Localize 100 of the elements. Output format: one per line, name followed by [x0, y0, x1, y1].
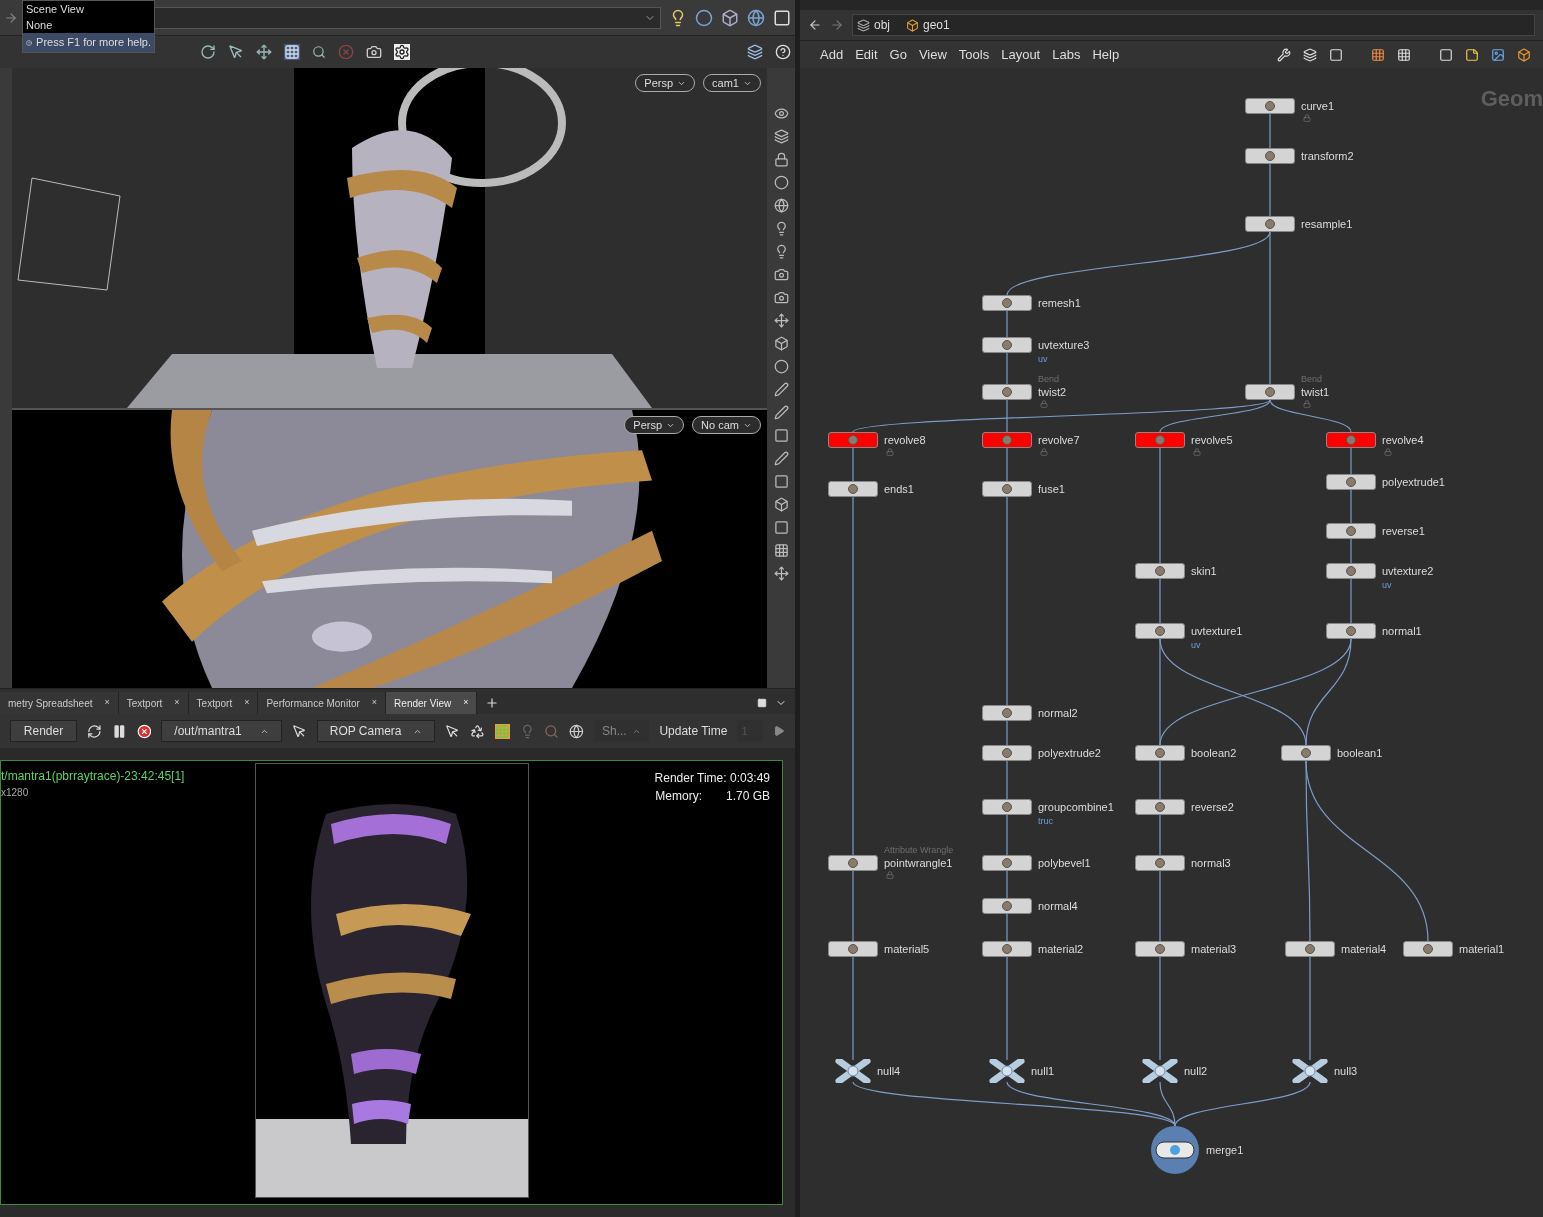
pause-icon[interactable] — [111, 723, 127, 739]
node-body[interactable] — [1135, 799, 1185, 815]
close-tab-glyph[interactable]: × — [463, 696, 469, 710]
node-body[interactable] — [1135, 941, 1185, 957]
null-node-icon[interactable] — [989, 1059, 1025, 1083]
node-body[interactable] — [982, 855, 1032, 871]
null-node-icon[interactable] — [1142, 1059, 1178, 1083]
viewport-tool-icon[interactable] — [773, 106, 789, 121]
node-body[interactable] — [982, 295, 1032, 311]
close-tab-glyph[interactable]: × — [104, 696, 110, 710]
render-button[interactable]: Render — [10, 720, 77, 742]
node-body[interactable] — [982, 898, 1032, 914]
merge-node-icon[interactable] — [1150, 1125, 1200, 1175]
camera-dropdown[interactable]: cam1 — [703, 74, 761, 92]
menu-item[interactable]: Edit — [855, 44, 878, 65]
wrench-icon[interactable] — [1277, 47, 1291, 62]
node-body[interactable] — [828, 481, 878, 497]
rotate-tool-icon[interactable] — [200, 44, 216, 60]
pane-tab[interactable]: metry Spreadsheet × — [0, 692, 119, 714]
node-body[interactable] — [828, 855, 878, 871]
viewport-tool-icon[interactable] — [773, 152, 789, 167]
network-box-icon[interactable] — [1439, 47, 1453, 62]
viewport-tool-icon[interactable] — [773, 359, 789, 374]
node-body[interactable] — [1135, 623, 1185, 639]
maximize-icon[interactable] — [757, 698, 767, 708]
camera-dropdown[interactable]: No cam — [692, 416, 761, 434]
node-body[interactable] — [1245, 216, 1295, 232]
view-dropdown[interactable]: Persp — [624, 416, 685, 434]
grid-icon[interactable] — [1397, 47, 1411, 62]
viewport-tool-icon[interactable] — [773, 313, 789, 328]
rop-path-field[interactable]: /out/mantra1 — [161, 720, 282, 742]
pick-icon[interactable] — [445, 723, 461, 739]
viewport-tool-icon[interactable] — [773, 428, 789, 443]
viewport-tool-icon[interactable] — [773, 520, 789, 535]
node-body[interactable] — [1135, 432, 1185, 448]
viewport-tool-icon[interactable] — [773, 543, 789, 558]
forward-arrow-icon[interactable] — [4, 10, 18, 25]
node-body[interactable] — [1135, 563, 1185, 579]
view-dropdown[interactable]: Persp — [635, 74, 696, 92]
settings-icon[interactable] — [394, 44, 410, 60]
back-arrow-icon[interactable] — [808, 18, 822, 32]
node-body[interactable] — [982, 745, 1032, 761]
node-body[interactable] — [828, 941, 878, 957]
pick-icon[interactable] — [291, 723, 307, 739]
node-body[interactable] — [1326, 563, 1376, 579]
menu-item[interactable]: Go — [889, 44, 907, 65]
menu-item[interactable]: Layout — [1001, 44, 1041, 65]
color-grid-icon[interactable] — [494, 723, 510, 739]
add-tab-icon[interactable] — [485, 696, 500, 710]
viewport-tool-icon[interactable] — [773, 451, 789, 466]
node-body[interactable] — [982, 384, 1032, 400]
node-body[interactable] — [1281, 745, 1331, 761]
node-body[interactable] — [1326, 523, 1376, 539]
close-tab-glyph[interactable]: × — [244, 696, 250, 710]
node-body[interactable] — [982, 337, 1032, 353]
viewport-tool-icon[interactable] — [773, 497, 789, 512]
sphere-icon[interactable] — [569, 723, 584, 739]
move-tool-icon[interactable] — [256, 44, 272, 60]
null-node-icon[interactable] — [1292, 1059, 1328, 1083]
path-segment[interactable]: geo1 — [906, 16, 958, 34]
node-body[interactable] — [982, 799, 1032, 815]
grid-icon[interactable] — [284, 44, 300, 60]
recycle-icon[interactable] — [470, 723, 485, 739]
pane-tab[interactable]: Textport × — [118, 692, 189, 714]
node-body[interactable] — [1403, 941, 1453, 957]
node-body[interactable] — [1285, 941, 1335, 957]
zoom-icon[interactable] — [544, 723, 560, 739]
viewport-tool-icon[interactable] — [773, 267, 789, 282]
viewport-tool-icon[interactable] — [773, 382, 789, 397]
refresh-icon[interactable] — [87, 723, 102, 739]
pane-tab[interactable]: Render View × — [386, 692, 478, 714]
menu-item[interactable]: Add — [820, 44, 844, 65]
node-body[interactable] — [982, 481, 1032, 497]
node-body[interactable] — [1326, 623, 1376, 639]
pane-tab[interactable]: Textport × — [188, 692, 259, 714]
camera-field[interactable]: ROP Camera — [316, 720, 436, 742]
viewport-tool-icon[interactable] — [773, 474, 789, 489]
close-tab-glyph[interactable]: × — [371, 696, 378, 710]
node-body[interactable] — [1245, 148, 1295, 164]
menu-item[interactable]: View — [918, 44, 947, 65]
display-options-icon[interactable] — [747, 44, 763, 60]
color-grid-icon[interactable] — [1371, 47, 1385, 62]
path-segment[interactable]: obj — [857, 16, 898, 34]
node-body[interactable] — [982, 705, 1032, 721]
node-body[interactable] — [828, 432, 878, 448]
viewport-tool-icon[interactable] — [773, 566, 789, 581]
node-body[interactable] — [1245, 384, 1295, 400]
node-body[interactable] — [982, 432, 1032, 448]
menu-item[interactable]: Labs — [1052, 44, 1081, 65]
box-icon[interactable] — [1517, 47, 1531, 62]
menu-item[interactable]: Help — [1092, 44, 1120, 65]
node-body[interactable] — [1326, 432, 1376, 448]
play-icon[interactable] — [773, 725, 786, 737]
viewport-tool-icon[interactable] — [773, 175, 789, 190]
viewport-tool-icon[interactable] — [773, 336, 789, 351]
help-icon[interactable] — [775, 44, 791, 60]
camera-icon[interactable] — [366, 44, 382, 60]
null-node-icon[interactable] — [835, 1059, 871, 1083]
node-body[interactable] — [1135, 745, 1185, 761]
sticky-note-icon[interactable] — [1465, 47, 1479, 62]
